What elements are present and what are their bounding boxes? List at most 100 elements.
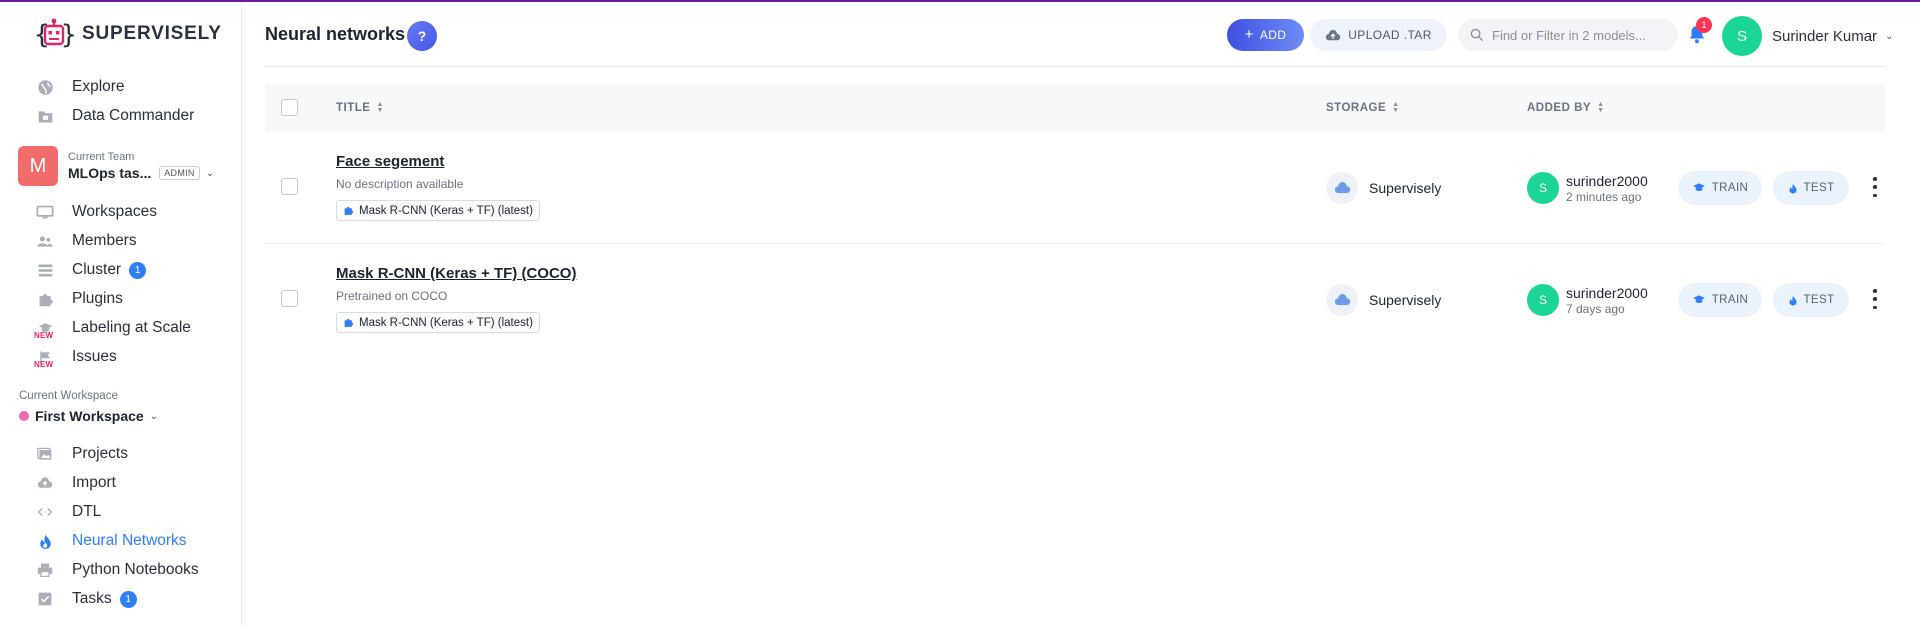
sidebar-item-import[interactable]: Import <box>36 471 116 495</box>
model-description: No description available <box>336 177 464 191</box>
add-button-label: ADD <box>1259 28 1287 42</box>
workspace-switcher[interactable]: First Workspace ⌄ <box>19 408 158 424</box>
more-options-icon[interactable] <box>1869 177 1881 197</box>
sidebar-item-plugins[interactable]: Plugins <box>36 287 123 311</box>
user-menu[interactable]: S Surinder Kumar ⌄ <box>1722 16 1893 56</box>
list-icon <box>36 261 54 279</box>
cloud-upload-icon <box>36 474 54 492</box>
sidebar-item-issues[interactable]: NEW Issues <box>34 345 117 369</box>
chevron-down-icon: ⌄ <box>205 167 215 179</box>
logo[interactable]: { } SUPERVISELY <box>34 16 222 52</box>
robot-logo-icon: { } <box>34 18 74 50</box>
column-title-header[interactable]: TITLE ▲ ▼ <box>336 101 384 114</box>
search-input[interactable] <box>1492 27 1672 43</box>
graduation-cap-icon <box>1692 295 1705 303</box>
monitor-icon <box>36 203 54 221</box>
train-button[interactable]: TRAIN <box>1678 171 1762 205</box>
team-switcher[interactable]: M Current Team MLOps tas... ADMIN ⌄ <box>18 146 214 186</box>
sidebar-item-label: DTL <box>72 503 102 520</box>
added-by-user: surinder2000 <box>1566 172 1648 189</box>
role-badge: ADMIN <box>159 166 200 180</box>
printer-icon <box>36 561 54 579</box>
cloud-upload-icon <box>1326 29 1341 40</box>
code-icon <box>36 503 54 521</box>
sidebar-item-neural-networks[interactable]: Neural Networks <box>36 529 187 553</box>
train-label: TRAIN <box>1711 182 1749 194</box>
notifications-button[interactable]: 1 <box>1688 17 1712 49</box>
sidebar-item-tasks[interactable]: Tasks 1 <box>36 587 137 611</box>
model-title-link[interactable]: Face segement <box>336 153 444 170</box>
test-button[interactable]: TEST <box>1773 283 1849 317</box>
train-label: TRAIN <box>1711 294 1749 306</box>
sidebar-item-workspaces[interactable]: Workspaces <box>36 200 157 224</box>
model-description: Pretrained on COCO <box>336 289 448 303</box>
flag-icon: NEW <box>34 348 54 369</box>
model-title-link[interactable]: Mask R-CNN (Keras + TF) (COCO) <box>336 265 576 282</box>
select-all-checkbox[interactable] <box>281 99 298 116</box>
sidebar-item-label: Tasks <box>72 590 112 607</box>
flame-icon <box>1789 295 1796 305</box>
added-time: 2 minutes ago <box>1566 189 1642 204</box>
column-added-by-header[interactable]: ADDED BY ▲ ▼ <box>1527 101 1605 114</box>
table-header: TITLE ▲ ▼ STORAGE ▲ ▼ ADDED BY ▲ ▼ <box>265 84 1885 132</box>
plugin-tag[interactable]: Mask R-CNN (Keras + TF) (latest) <box>336 200 540 221</box>
add-button[interactable]: + ADD <box>1227 19 1304 51</box>
notification-badge: 1 <box>1696 17 1712 33</box>
workspace-name: First Workspace <box>35 408 144 424</box>
test-button[interactable]: TEST <box>1773 171 1849 205</box>
plugin-tag[interactable]: Mask R-CNN (Keras + TF) (latest) <box>336 312 540 333</box>
upload-tar-button[interactable]: UPLOAD .TAR <box>1310 19 1447 51</box>
sidebar-item-label: Cluster <box>72 261 122 278</box>
sidebar-item-label: Python Notebooks <box>72 561 199 578</box>
divider <box>265 66 1885 67</box>
new-tag: NEW <box>34 331 54 340</box>
sidebar-item-members[interactable]: Members <box>36 229 137 253</box>
table-row: Mask R-CNN (Keras + TF) (COCO) Pretraine… <box>265 244 1885 356</box>
svg-text:{: { <box>34 20 50 50</box>
sidebar-item-python-notebooks[interactable]: Python Notebooks <box>36 558 199 582</box>
team-avatar: M <box>18 146 58 186</box>
sort-icon: ▲ ▼ <box>376 101 384 114</box>
table-row: Face segement No description available M… <box>265 132 1885 244</box>
sidebar-item-labeling-at-scale[interactable]: NEW Labeling at Scale <box>34 316 191 340</box>
sidebar-item-label: Data Commander <box>72 107 195 124</box>
users-icon <box>36 232 54 250</box>
test-label: TEST <box>1803 294 1835 306</box>
row-checkbox[interactable] <box>281 290 298 307</box>
avatar: S <box>1527 284 1559 316</box>
sidebar-item-dtl[interactable]: DTL <box>36 500 101 524</box>
chevron-down-icon: ⌄ <box>149 410 159 422</box>
workspace-caption: Current Workspace <box>19 390 118 402</box>
sidebar-item-label: Workspaces <box>72 203 157 220</box>
column-storage-header[interactable]: STORAGE ▲ ▼ <box>1326 101 1400 114</box>
train-button[interactable]: TRAIN <box>1678 283 1762 317</box>
tasks-count-badge: 1 <box>119 590 137 608</box>
cloud-icon <box>1326 172 1358 204</box>
sidebar-item-explore[interactable]: Explore <box>36 75 125 99</box>
sidebar-item-projects[interactable]: Projects <box>36 442 128 466</box>
row-checkbox[interactable] <box>281 178 298 195</box>
plugin-label: Mask R-CNN (Keras + TF) (latest) <box>359 204 533 217</box>
plus-icon: + <box>1244 26 1254 43</box>
more-options-icon[interactable] <box>1869 289 1881 309</box>
team-name: MLOps tas... <box>68 165 152 181</box>
sidebar-item-data-commander[interactable]: Data Commander <box>36 104 194 128</box>
column-label: ADDED BY <box>1527 102 1592 114</box>
avatar: S <box>1527 172 1559 204</box>
storage-label: Supervisely <box>1369 292 1442 308</box>
help-button[interactable]: ? <box>407 21 437 51</box>
user-name: Surinder Kumar <box>1772 27 1878 45</box>
search-icon <box>1470 28 1484 42</box>
sort-icon: ▲ ▼ <box>1392 101 1400 114</box>
workspace-dot <box>19 411 29 421</box>
puzzle-icon <box>36 290 54 308</box>
folder-icon <box>36 107 54 125</box>
sidebar-item-cluster[interactable]: Cluster 1 <box>36 258 147 282</box>
column-label: STORAGE <box>1326 102 1387 114</box>
sidebar-item-label: Explore <box>72 78 125 95</box>
storage-label: Supervisely <box>1369 180 1442 196</box>
puzzle-icon <box>344 206 354 215</box>
logo-text: SUPERVISELY <box>82 23 222 44</box>
plugin-label: Mask R-CNN (Keras + TF) (latest) <box>359 316 533 329</box>
team-caption: Current Team <box>68 151 135 163</box>
